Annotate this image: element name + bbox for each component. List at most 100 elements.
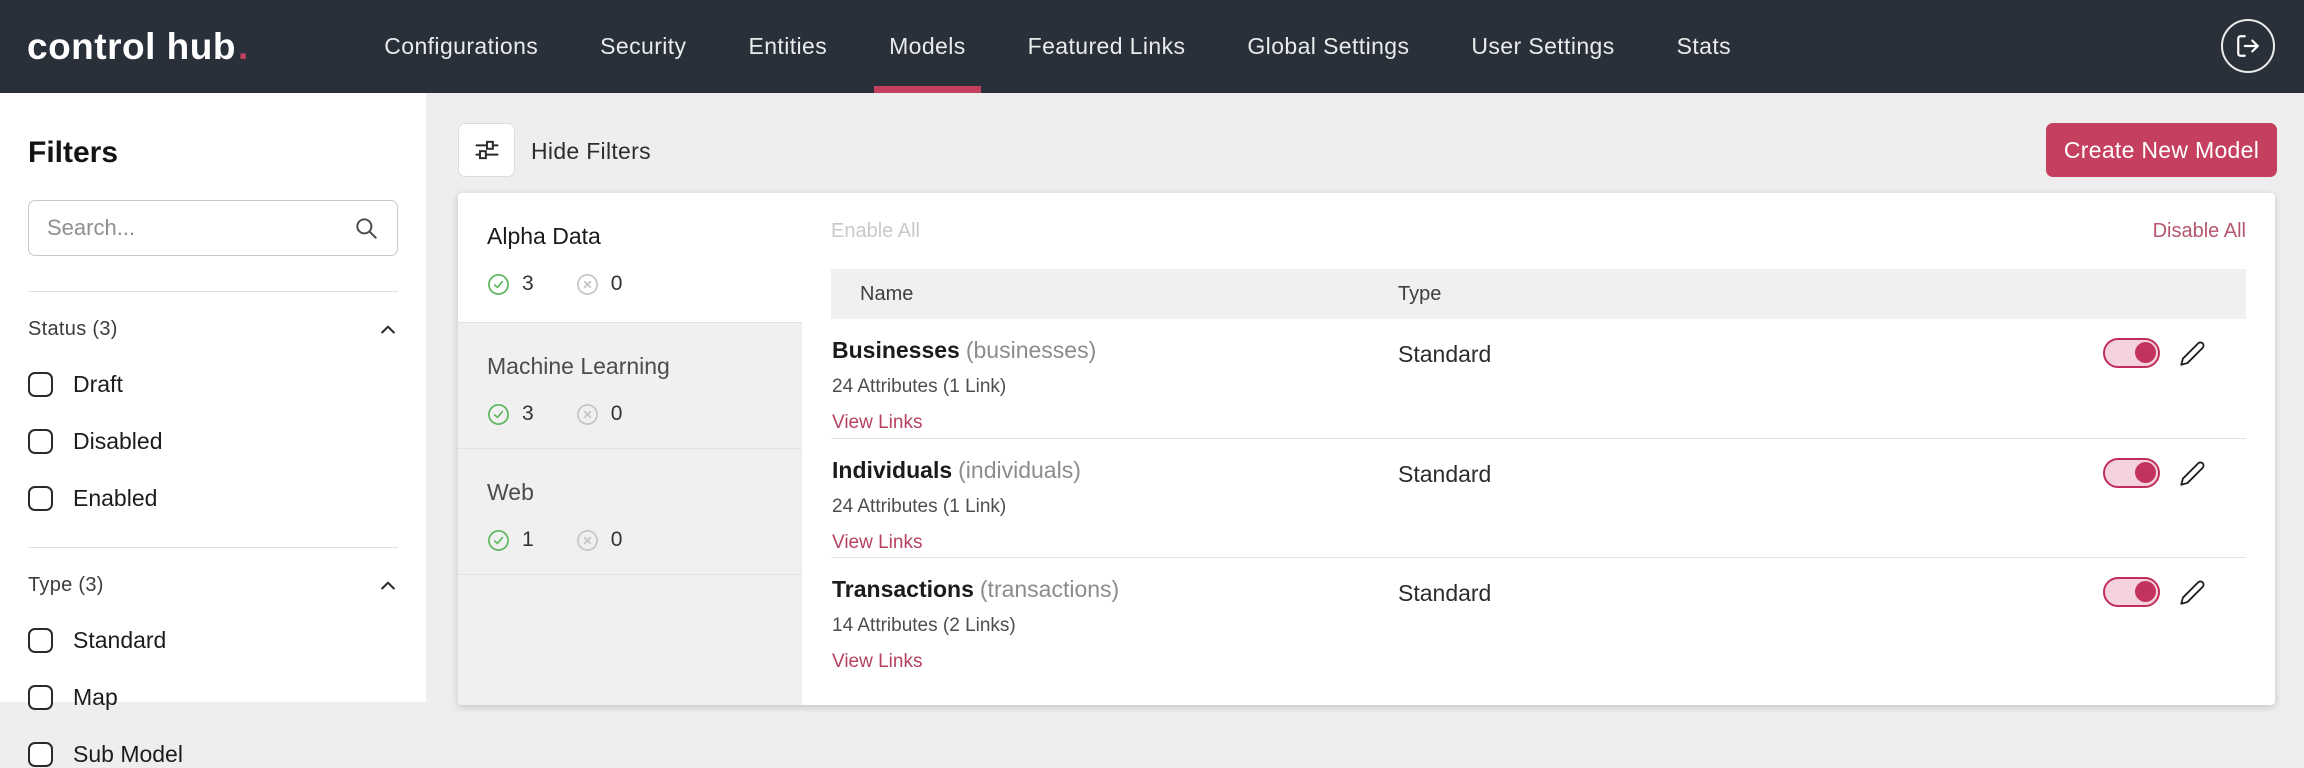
model-type-cell: Standard bbox=[1398, 341, 1492, 367]
nav-item-label: Entities bbox=[748, 33, 828, 59]
table-row-businesses: Businesses (businesses) 24 Attributes (1 … bbox=[831, 319, 2246, 438]
filter-option-sub-model[interactable]: Sub Model bbox=[28, 741, 398, 768]
search-icon[interactable] bbox=[353, 215, 379, 241]
filters-title: Filters bbox=[28, 136, 119, 169]
enabled-count: 3 bbox=[522, 402, 534, 425]
model-title: Transactions (transactions) bbox=[832, 576, 1398, 603]
enabled-check-icon bbox=[487, 403, 510, 426]
model-name: Businesses bbox=[832, 337, 960, 363]
category-list: Alpha Data 3 0 Machine Learning 3 0 Web … bbox=[458, 193, 802, 705]
category-counts: 1 0 bbox=[487, 528, 802, 552]
hide-filters-label[interactable]: Hide Filters bbox=[531, 138, 651, 165]
option-label: Disabled bbox=[73, 428, 163, 454]
enable-toggle[interactable] bbox=[2103, 338, 2160, 368]
disabled-x-icon bbox=[576, 403, 599, 426]
model-controls bbox=[2103, 457, 2246, 488]
model-name: Individuals bbox=[832, 457, 953, 483]
enable-all-link[interactable]: Enable All bbox=[831, 220, 920, 243]
create-new-model-button[interactable]: Create New Model bbox=[2046, 123, 2277, 177]
nav-item-configurations[interactable]: Configurations bbox=[353, 0, 569, 93]
nav-item-featured-links[interactable]: Featured Links bbox=[997, 0, 1217, 93]
enabled-count: 3 bbox=[522, 272, 534, 295]
view-links-link[interactable]: View Links bbox=[832, 412, 922, 434]
nav-item-global-settings[interactable]: Global Settings bbox=[1216, 0, 1440, 93]
enabled-check-icon bbox=[487, 273, 510, 296]
column-header-name: Name bbox=[860, 282, 914, 305]
active-tab-underline bbox=[874, 86, 981, 93]
section-header-type[interactable]: Type (3) bbox=[28, 574, 398, 597]
model-name: Transactions bbox=[832, 576, 974, 602]
filter-option-draft[interactable]: Draft bbox=[28, 371, 398, 398]
table-row-individuals: Individuals (individuals) 24 Attributes (… bbox=[831, 438, 2246, 557]
filters-toggle-button[interactable] bbox=[458, 123, 515, 177]
model-attributes: 14 Attributes (2 Links) bbox=[832, 615, 1016, 636]
checkbox-enabled[interactable] bbox=[28, 486, 53, 511]
option-label: Enabled bbox=[73, 485, 158, 511]
checkbox-map[interactable] bbox=[28, 685, 53, 710]
category-item-machine-learning[interactable]: Machine Learning 3 0 bbox=[458, 322, 802, 448]
category-item-alpha-data[interactable]: Alpha Data 3 0 bbox=[458, 193, 802, 322]
nav-item-entities[interactable]: Entities bbox=[717, 0, 858, 93]
model-title: Businesses (businesses) bbox=[832, 337, 1398, 364]
nav-item-label: User Settings bbox=[1471, 33, 1615, 59]
toggle-knob bbox=[2135, 581, 2156, 602]
option-label: Draft bbox=[73, 371, 123, 397]
section-label: Status (3) bbox=[28, 318, 118, 340]
nav-item-label: Featured Links bbox=[1027, 33, 1186, 59]
option-label: Sub Model bbox=[73, 741, 183, 767]
nav-item-models[interactable]: Models bbox=[858, 0, 997, 93]
nav-item-stats[interactable]: Stats bbox=[1646, 0, 1762, 93]
filter-option-enabled[interactable]: Enabled bbox=[28, 485, 398, 512]
checkbox-draft[interactable] bbox=[28, 372, 53, 397]
models-table-panel: Enable All Disable All Name Type Busines… bbox=[802, 193, 2275, 705]
model-title: Individuals (individuals) bbox=[832, 457, 1398, 484]
nav-item-user-settings[interactable]: User Settings bbox=[1440, 0, 1645, 93]
enable-toggle[interactable] bbox=[2103, 458, 2160, 488]
chevron-up-icon bbox=[378, 576, 398, 596]
nav-item-label: Configurations bbox=[384, 33, 539, 59]
category-counts: 3 0 bbox=[487, 402, 802, 426]
toggle-knob bbox=[2135, 462, 2156, 483]
filter-option-disabled[interactable]: Disabled bbox=[28, 428, 398, 455]
section-header-status[interactable]: Status (3) bbox=[28, 318, 398, 341]
disabled-count: 0 bbox=[610, 402, 623, 425]
enabled-check-icon bbox=[487, 529, 510, 552]
enable-toggle[interactable] bbox=[2103, 577, 2160, 607]
model-name-cell: Businesses (businesses) 24 Attributes (1 … bbox=[831, 337, 1398, 434]
option-label: Standard bbox=[73, 627, 167, 653]
brand-name: control hub bbox=[27, 25, 236, 67]
checkbox-standard[interactable] bbox=[28, 628, 53, 653]
view-links-link[interactable]: View Links bbox=[832, 651, 922, 673]
search-input[interactable] bbox=[47, 215, 353, 241]
view-links-link[interactable]: View Links bbox=[832, 532, 922, 554]
disabled-x-icon bbox=[576, 273, 599, 296]
disable-all-link[interactable]: Disable All bbox=[2153, 220, 2246, 243]
model-controls bbox=[2103, 576, 2246, 607]
brand-logo[interactable]: control hub . bbox=[27, 26, 248, 68]
sidebar-divider bbox=[28, 547, 398, 548]
enabled-count: 1 bbox=[522, 528, 534, 551]
category-item-web[interactable]: Web 1 0 bbox=[458, 448, 802, 574]
model-name-cell: Transactions (transactions) 14 Attributes… bbox=[831, 576, 1398, 673]
filter-option-standard[interactable]: Standard bbox=[28, 627, 398, 654]
toggle-knob bbox=[2135, 342, 2156, 363]
category-name: Alpha Data bbox=[487, 223, 601, 249]
model-type-cell: Standard bbox=[1398, 580, 1492, 606]
nav-item-label: Global Settings bbox=[1247, 33, 1410, 59]
nav-item-label: Stats bbox=[1676, 33, 1732, 59]
nav-item-security[interactable]: Security bbox=[569, 0, 717, 93]
checkbox-disabled[interactable] bbox=[28, 429, 53, 454]
nav-item-label: Models bbox=[889, 33, 966, 59]
disabled-count: 0 bbox=[610, 528, 623, 551]
logout-button[interactable] bbox=[2221, 19, 2275, 73]
disabled-x-icon bbox=[576, 529, 599, 552]
checkbox-sub-model[interactable] bbox=[28, 742, 53, 767]
model-attributes: 24 Attributes (1 Link) bbox=[832, 496, 1007, 517]
filter-option-map[interactable]: Map bbox=[28, 684, 398, 711]
nav-item-label: Security bbox=[600, 33, 687, 59]
model-type-cell: Standard bbox=[1398, 461, 1492, 487]
bulk-actions-row: Enable All Disable All bbox=[831, 193, 2246, 269]
edit-pencil-icon[interactable] bbox=[2179, 340, 2206, 367]
edit-pencil-icon[interactable] bbox=[2179, 579, 2206, 606]
edit-pencil-icon[interactable] bbox=[2179, 460, 2206, 487]
